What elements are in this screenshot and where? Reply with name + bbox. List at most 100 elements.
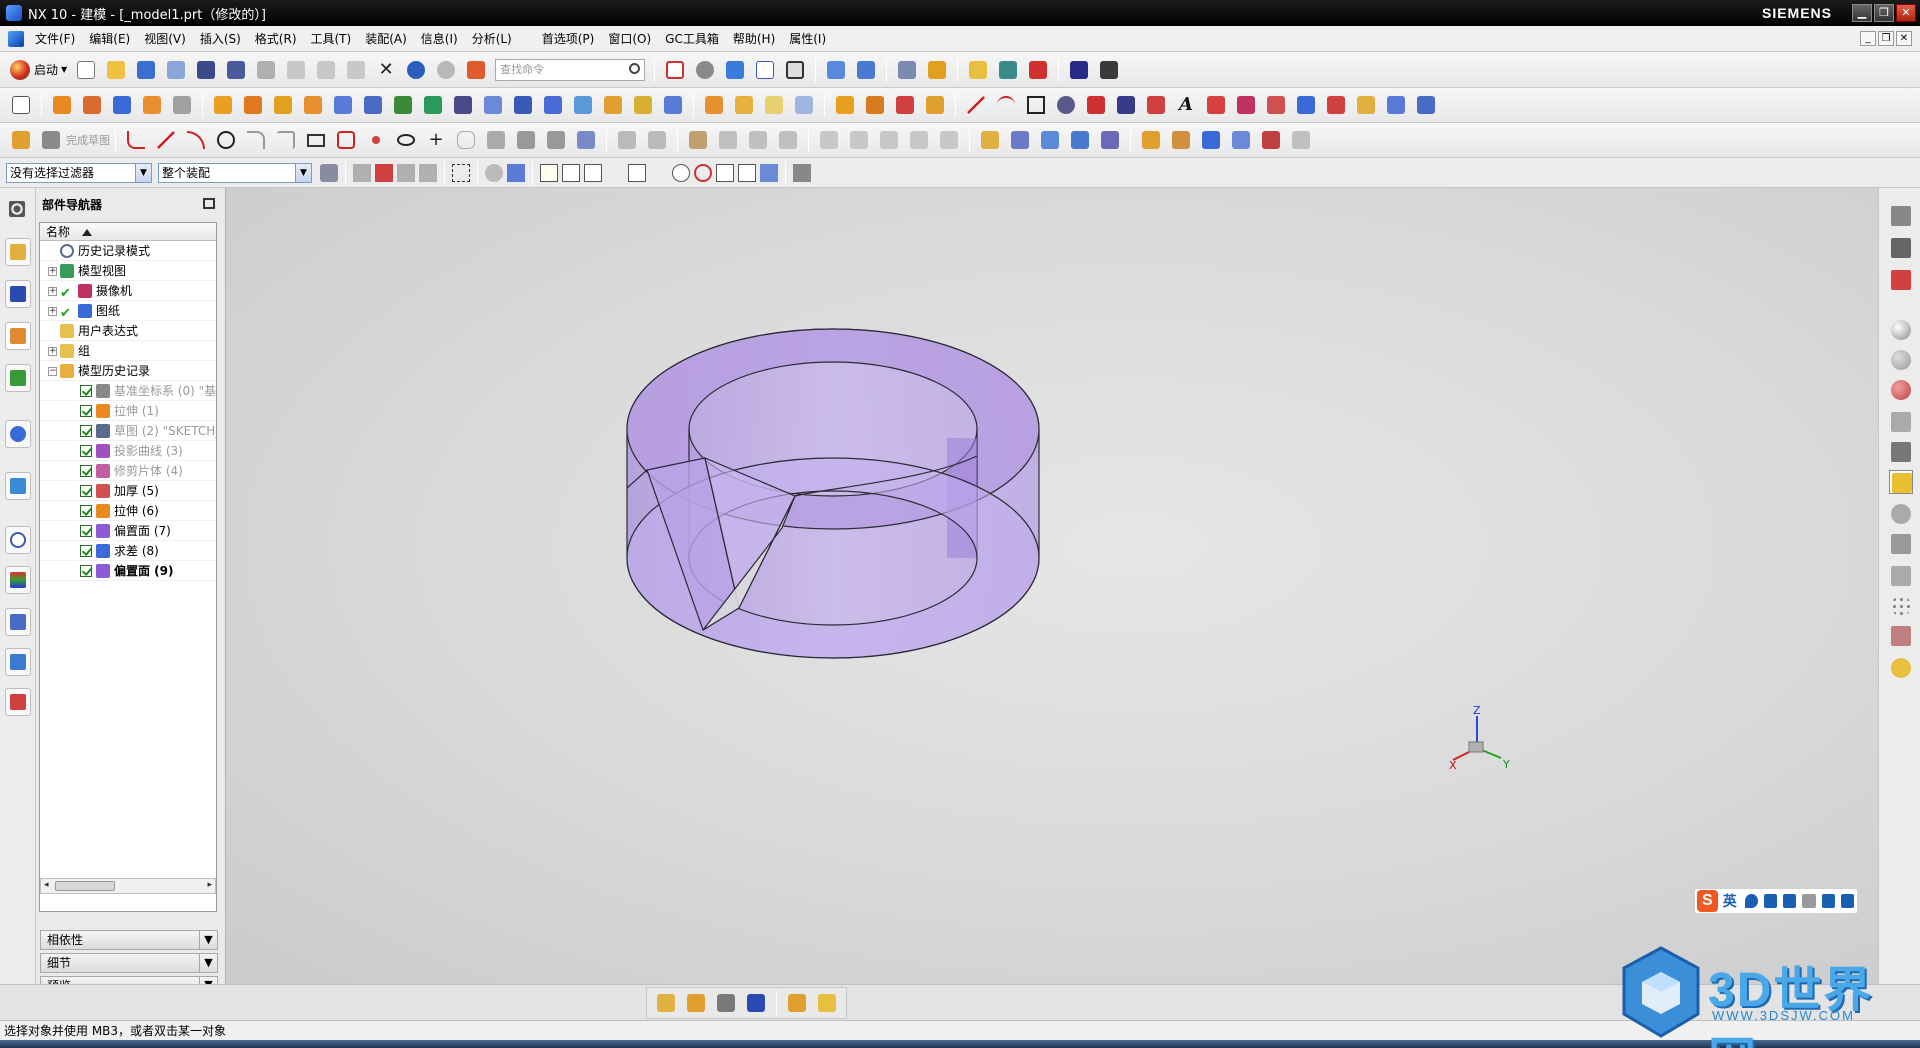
maximize-icon[interactable] [203,198,215,209]
cut-button[interactable] [283,57,309,83]
pattern-feature-button[interactable] [240,92,266,118]
keyboard-icon[interactable] [1783,894,1797,908]
point-set-button[interactable] [1083,92,1109,118]
clip-section-icon[interactable] [1889,564,1913,588]
snap-curve-open-icon[interactable] [606,164,624,182]
face-analysis-icon[interactable] [1889,410,1913,434]
geometric-constraint-button[interactable] [745,127,771,153]
transform-button[interactable] [853,57,879,83]
scroll-thumb[interactable] [55,881,115,891]
menu-tools[interactable]: 工具(T) [304,28,359,50]
surface-button[interactable] [977,127,1003,153]
snap-line-icon[interactable] [562,163,580,182]
trim-curve-button[interactable] [1323,92,1349,118]
navigator-row[interactable]: + ✔ 图纸 [40,301,216,321]
auto-dimension-button[interactable] [936,127,962,153]
navigator-row[interactable]: + ✔ 摄像机 [40,281,216,301]
menu-analysis[interactable]: 分析(L) [465,28,519,50]
ime-language-toggle[interactable]: 英 [1723,891,1737,911]
menu-gc-toolkit[interactable]: GC工具箱 [658,28,726,50]
snap-button[interactable] [995,57,1021,83]
replace-face-button[interactable] [600,92,626,118]
open-button[interactable] [103,57,129,83]
ellipse-button[interactable] [393,127,419,153]
expand-icon[interactable]: + [48,287,57,296]
doc-restore-button[interactable]: ❐ [1878,31,1894,46]
styled-sweep-button[interactable] [1288,127,1314,153]
navigator-row[interactable]: 草图 (2) "SKETCH_ [40,421,216,441]
n-sided-surface-button[interactable] [1258,127,1284,153]
make-corner-button[interactable] [685,127,711,153]
shaded-sphere-icon[interactable] [1889,318,1913,342]
redo-button[interactable] [433,57,459,83]
feature-checkbox[interactable] [80,505,92,517]
quick-extend-button[interactable] [644,127,670,153]
command-search-input[interactable]: 查找命令 [495,58,646,81]
finish-sketch-label[interactable]: 完成草图 [66,132,110,148]
feature-checkbox[interactable] [80,445,92,457]
navigator-row[interactable]: 求差 (8) [40,541,216,561]
extract-geometry-button[interactable] [1413,92,1439,118]
sketch-chamfer-button[interactable] [273,127,299,153]
close-button[interactable]: ✕ [1896,4,1916,22]
expand-icon[interactable]: + [48,307,57,316]
menu-file[interactable]: 文件(F) [28,28,82,50]
spline-button[interactable] [1143,92,1169,118]
menu-assembly[interactable]: 装配(A) [358,28,414,50]
feature-checkbox[interactable] [80,525,92,537]
static-wireframe-icon[interactable] [1889,440,1913,464]
snap-intersection-icon[interactable] [650,164,668,182]
shell-button[interactable] [480,92,506,118]
rapid-dimension-button[interactable] [715,127,741,153]
sketch-rectangle-button[interactable] [303,127,329,153]
exploded-view-icon[interactable] [784,990,810,1016]
name-column-header[interactable]: 名称 [40,223,216,241]
bridge-curve-button[interactable] [1233,92,1259,118]
minimize-button[interactable]: ▁ [1852,4,1872,22]
offset-face-button[interactable] [540,92,566,118]
chamfer-button[interactable] [360,92,386,118]
copy-face-button[interactable] [922,92,948,118]
snap-curve-icon[interactable] [584,163,602,182]
edit-sketch-icon[interactable] [1889,236,1913,260]
navigator-horizontal-scrollbar[interactable]: ◂ ▸ [40,878,216,894]
start-button[interactable]: 启动 ▼ [6,57,71,83]
menu-edit[interactable]: 编辑(E) [82,28,137,50]
add-existing-curve-button[interactable] [573,127,599,153]
scroll-right-icon[interactable]: ▸ [207,880,212,890]
arc-button[interactable] [993,92,1019,118]
studio-surface-button[interactable] [1097,127,1123,153]
punctuation-icon[interactable] [1763,894,1778,908]
sketch-inplace-button[interactable] [8,127,34,153]
convert-reference-button[interactable] [846,127,872,153]
general-filter-icon[interactable] [320,163,338,182]
graphics-window[interactable]: Z X Y [227,188,1878,984]
snap-options-icon[interactable] [760,163,778,182]
scroll-left-icon[interactable]: ◂ [44,880,49,890]
feature-checkbox[interactable] [80,545,92,557]
trim-body-button[interactable] [390,92,416,118]
quick-trim-button[interactable] [614,127,640,153]
divide-curve-button[interactable] [1353,92,1379,118]
light-icon[interactable] [1889,656,1913,680]
sequence-icon[interactable] [814,990,840,1016]
select-by-feature-icon[interactable] [353,163,371,182]
show-constraints-button[interactable] [775,127,801,153]
menu-insert[interactable]: 插入(S) [193,28,248,50]
new-button[interactable] [73,57,99,83]
menu-view[interactable]: 视图(V) [137,28,193,50]
render-style-button[interactable] [692,57,718,83]
sketch-line-button[interactable] [153,127,179,153]
x-form-button[interactable] [1138,127,1164,153]
layer-settings-button[interactable] [894,57,920,83]
menu-help[interactable]: 帮助(H) [726,28,782,50]
reuse-library-tab[interactable] [5,364,31,392]
navigator-row[interactable]: 拉伸 (1) [40,401,216,421]
wrench-icon[interactable] [1840,894,1854,908]
wave-linker-icon[interactable] [713,990,739,1016]
sketch-button[interactable] [8,92,34,118]
fit-view-button[interactable] [662,57,688,83]
select-tangent-icon[interactable] [419,163,437,182]
manufacturing-wizard-tab[interactable] [5,608,31,636]
system-scene-tab[interactable] [5,688,31,716]
